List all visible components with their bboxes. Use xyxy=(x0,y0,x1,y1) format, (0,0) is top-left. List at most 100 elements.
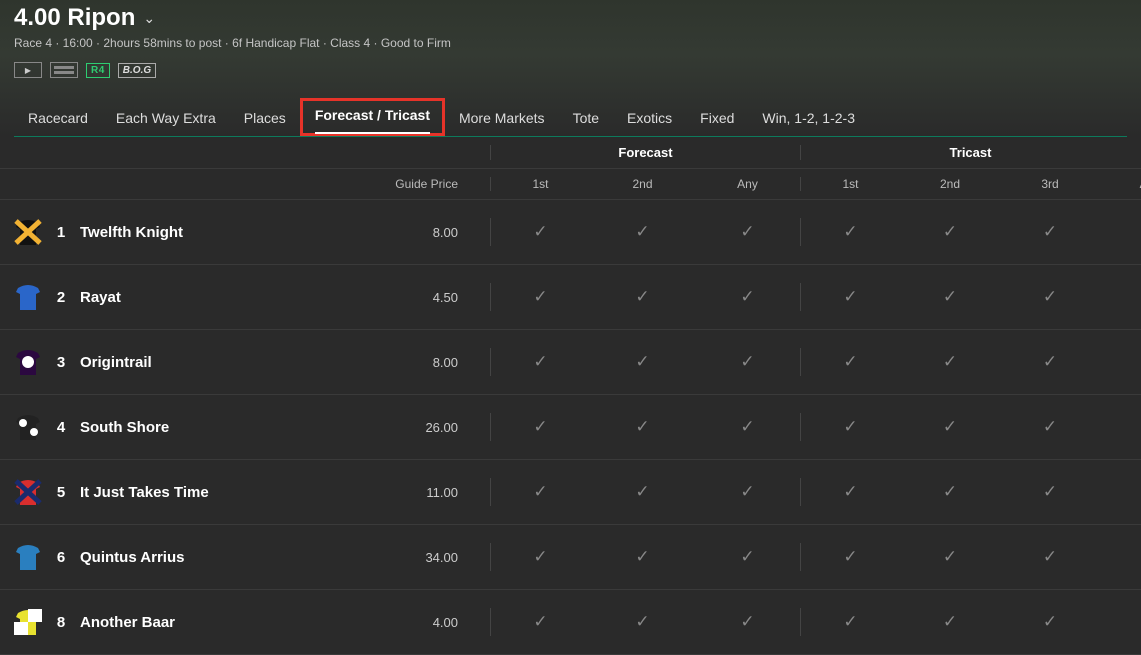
runner-row: 8 Another Baar 4.00 ✓✓✓✓✓✓✓ xyxy=(0,590,1141,655)
runner-number: 1 xyxy=(54,224,68,241)
select-tany[interactable]: ✓ xyxy=(1100,547,1141,567)
select-fany[interactable]: ✓ xyxy=(695,352,800,372)
runner-row: 4 South Shore 26.00 ✓✓✓✓✓✓✓ xyxy=(0,395,1141,460)
forecast-section-label: Forecast xyxy=(490,145,800,160)
select-fany[interactable]: ✓ xyxy=(695,482,800,502)
runners-list: 1 Twelfth Knight 8.00 ✓✓✓✓✓✓✓ 2 Rayat 4.… xyxy=(0,200,1141,655)
runner-row: 2 Rayat 4.50 ✓✓✓✓✓✓✓ xyxy=(0,265,1141,330)
col-forecast-2nd: 2nd xyxy=(590,177,695,191)
select-f1[interactable]: ✓ xyxy=(490,608,590,636)
runner-row: 3 Origintrail 8.00 ✓✓✓✓✓✓✓ xyxy=(0,330,1141,395)
runner-name[interactable]: It Just Takes Time xyxy=(80,484,209,501)
select-f1[interactable]: ✓ xyxy=(490,218,590,246)
select-f2[interactable]: ✓ xyxy=(590,547,695,567)
runner-name[interactable]: South Shore xyxy=(80,419,169,436)
select-t3[interactable]: ✓ xyxy=(1000,417,1100,437)
select-t3[interactable]: ✓ xyxy=(1000,222,1100,242)
select-fany[interactable]: ✓ xyxy=(695,417,800,437)
select-t1[interactable]: ✓ xyxy=(800,543,900,571)
col-forecast-any: Any xyxy=(695,177,800,191)
r4-badge: R4 xyxy=(86,63,110,78)
tab-win-1-2-1-2-3[interactable]: Win, 1-2, 1-2-3 xyxy=(748,100,869,136)
tab-fixed[interactable]: Fixed xyxy=(686,100,748,136)
runner-number: 2 xyxy=(54,289,68,306)
tab-tote[interactable]: Tote xyxy=(559,100,613,136)
select-t2[interactable]: ✓ xyxy=(900,612,1000,632)
select-fany[interactable]: ✓ xyxy=(695,612,800,632)
column-header: Guide Price 1st 2nd Any 1st 2nd 3rd Any xyxy=(0,169,1141,200)
select-f1[interactable]: ✓ xyxy=(490,543,590,571)
guide-price: 26.00 xyxy=(330,420,490,435)
silk-icon xyxy=(14,544,42,570)
runner-row: 6 Quintus Arrius 34.00 ✓✓✓✓✓✓✓ xyxy=(0,525,1141,590)
select-f2[interactable]: ✓ xyxy=(590,352,695,372)
tricast-section-label: Tricast xyxy=(800,145,1140,160)
silk-icon xyxy=(14,609,42,635)
col-tricast-2nd: 2nd xyxy=(900,177,1000,191)
runner-name[interactable]: Rayat xyxy=(80,289,121,306)
tab-exotics[interactable]: Exotics xyxy=(613,100,686,136)
select-t2[interactable]: ✓ xyxy=(900,352,1000,372)
select-t1[interactable]: ✓ xyxy=(800,608,900,636)
select-t2[interactable]: ✓ xyxy=(900,482,1000,502)
guide-price: 8.00 xyxy=(330,355,490,370)
runner-name[interactable]: Twelfth Knight xyxy=(80,224,183,241)
tab-each-way-extra[interactable]: Each Way Extra xyxy=(102,100,230,136)
runner-number: 8 xyxy=(54,614,68,631)
select-f2[interactable]: ✓ xyxy=(590,612,695,632)
runner-name[interactable]: Origintrail xyxy=(80,354,152,371)
chevron-down-icon[interactable]: ⌄ xyxy=(143,10,155,27)
silk-icon xyxy=(14,479,42,505)
select-t2[interactable]: ✓ xyxy=(900,222,1000,242)
select-fany[interactable]: ✓ xyxy=(695,287,800,307)
select-t3[interactable]: ✓ xyxy=(1000,612,1100,632)
runner-name[interactable]: Another Baar xyxy=(80,614,175,631)
race-title[interactable]: 4.00 Ripon xyxy=(14,4,135,32)
select-tany[interactable]: ✓ xyxy=(1100,417,1141,437)
col-guide-price: Guide Price xyxy=(330,177,490,191)
runner-number: 6 xyxy=(54,549,68,566)
tab-racecard[interactable]: Racecard xyxy=(14,100,102,136)
select-f1[interactable]: ✓ xyxy=(490,283,590,311)
tab-forecast-tricast[interactable]: Forecast / Tricast xyxy=(300,98,445,136)
select-t1[interactable]: ✓ xyxy=(800,283,900,311)
select-f1[interactable]: ✓ xyxy=(490,478,590,506)
select-t3[interactable]: ✓ xyxy=(1000,482,1100,502)
guide-price: 34.00 xyxy=(330,550,490,565)
select-tany[interactable]: ✓ xyxy=(1100,612,1141,632)
select-f2[interactable]: ✓ xyxy=(590,417,695,437)
select-tany[interactable]: ✓ xyxy=(1100,222,1141,242)
guide-price: 8.00 xyxy=(330,225,490,240)
select-f1[interactable]: ✓ xyxy=(490,348,590,376)
select-tany[interactable]: ✓ xyxy=(1100,352,1141,372)
runner-name[interactable]: Quintus Arrius xyxy=(80,549,184,566)
select-t1[interactable]: ✓ xyxy=(800,348,900,376)
select-t2[interactable]: ✓ xyxy=(900,287,1000,307)
col-tricast-3rd: 3rd xyxy=(1000,177,1100,191)
select-t2[interactable]: ✓ xyxy=(900,417,1000,437)
select-t3[interactable]: ✓ xyxy=(1000,287,1100,307)
select-t1[interactable]: ✓ xyxy=(800,413,900,441)
subtitles-icon[interactable] xyxy=(50,62,78,78)
runner-number: 4 xyxy=(54,419,68,436)
select-t2[interactable]: ✓ xyxy=(900,547,1000,567)
silk-icon xyxy=(14,414,42,440)
tab-more-markets[interactable]: More Markets xyxy=(445,100,559,136)
select-tany[interactable]: ✓ xyxy=(1100,482,1141,502)
select-t3[interactable]: ✓ xyxy=(1000,547,1100,567)
select-tany[interactable]: ✓ xyxy=(1100,287,1141,307)
select-t1[interactable]: ✓ xyxy=(800,478,900,506)
section-header: Forecast Tricast xyxy=(0,137,1141,169)
select-f2[interactable]: ✓ xyxy=(590,482,695,502)
tab-places[interactable]: Places xyxy=(230,100,300,136)
play-icon[interactable] xyxy=(14,62,42,78)
select-fany[interactable]: ✓ xyxy=(695,547,800,567)
race-subtitle: Race 4 · 16:00 · 2hours 58mins to post ·… xyxy=(14,36,1127,50)
select-t3[interactable]: ✓ xyxy=(1000,352,1100,372)
runner-row: 5 It Just Takes Time 11.00 ✓✓✓✓✓✓✓ xyxy=(0,460,1141,525)
select-fany[interactable]: ✓ xyxy=(695,222,800,242)
select-f2[interactable]: ✓ xyxy=(590,287,695,307)
select-t1[interactable]: ✓ xyxy=(800,218,900,246)
select-f2[interactable]: ✓ xyxy=(590,222,695,242)
select-f1[interactable]: ✓ xyxy=(490,413,590,441)
